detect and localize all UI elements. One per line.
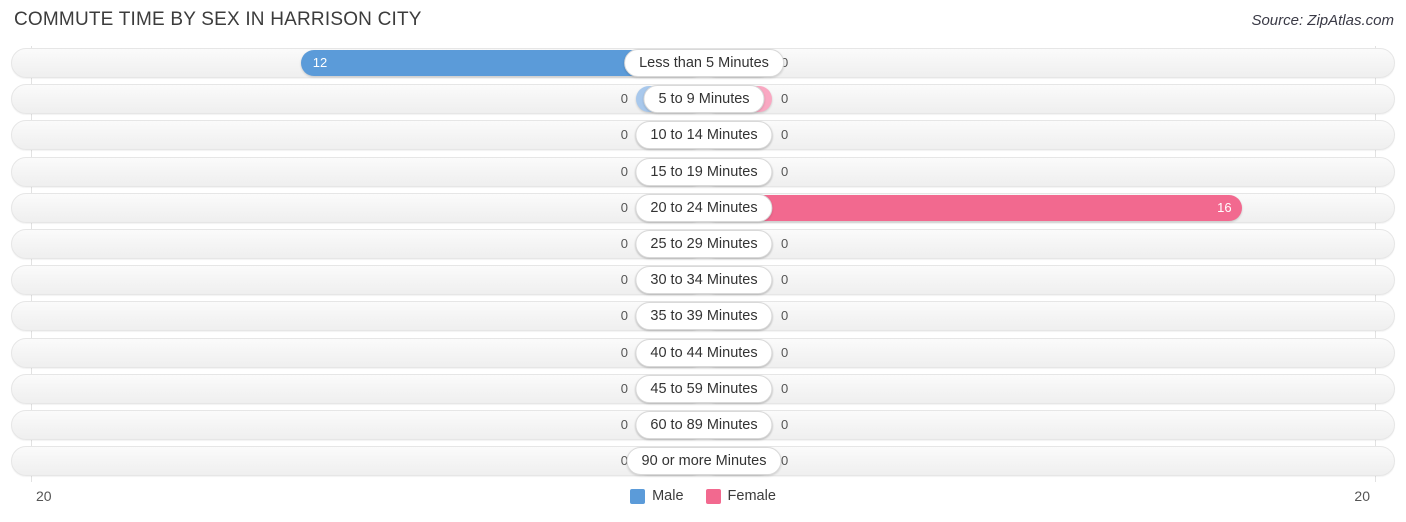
category-label: 10 to 14 Minutes: [635, 121, 773, 150]
table-row[interactable]: 0 0 15 to 19 Minutes: [11, 156, 1396, 187]
table-row[interactable]: 0 0 30 to 34 Minutes: [11, 265, 1396, 296]
legend-swatch-icon: [630, 488, 646, 504]
bar-value-male: 0: [620, 380, 628, 396]
bar-pair: 0 0 40 to 44 Minutes: [12, 338, 1396, 367]
bar-female[interactable]: [704, 194, 1242, 221]
category-label: 25 to 29 Minutes: [635, 230, 773, 258]
table-row[interactable]: 0 0 10 to 14 Minutes: [11, 120, 1396, 151]
table-row[interactable]: 0 0 25 to 29 Minutes: [11, 229, 1395, 259]
table-row[interactable]: 0 16 20 to 24 Minutes: [11, 192, 1396, 223]
bar-pair: 0 16 20 to 24 Minutes: [12, 193, 1396, 222]
category-label: 90 or more Minutes: [626, 447, 782, 476]
bar-pair: 0 0 10 to 14 Minutes: [12, 121, 1396, 150]
chart-plot-area: 12 0 Less than 5 Minutes 0 0 5 to 9 Minutes 0 0…: [0, 46, 1406, 482]
source-attribution: Source: ZipAtlas.com: [1251, 12, 1394, 29]
bar-value-male: 12: [312, 55, 328, 70]
category-label: 45 to 59 Minutes: [635, 374, 773, 403]
bar-pair: 0 0 30 to 34 Minutes: [12, 266, 1396, 295]
category-label: 30 to 34 Minutes: [635, 266, 773, 295]
chart-header: COMMUTE TIME BY SEX IN HARRISON CITY Sou…: [0, 0, 1406, 42]
bar-value-female: 0: [781, 344, 789, 360]
bar-pair: 0 0 90 or more Minutes: [12, 447, 1396, 476]
table-row[interactable]: 0 0 5 to 9 Minutes: [11, 84, 1396, 115]
chart-footer: 20 20 Male Female: [0, 482, 1406, 522]
bar-value-male: 0: [620, 236, 628, 251]
bar-value-male: 0: [620, 199, 628, 215]
table-row[interactable]: 0 0 90 or more Minutes: [11, 446, 1396, 477]
bar-pair: 0 0 5 to 9 Minutes: [12, 85, 1396, 114]
legend-swatch-icon: [705, 488, 721, 504]
table-row[interactable]: 0 0 40 to 44 Minutes: [11, 337, 1396, 368]
bar-pair: 0 0 45 to 59 Minutes: [12, 374, 1396, 403]
page-title: COMMUTE TIME BY SEX IN HARRISON CITY: [14, 9, 422, 30]
bar-value-male: 0: [620, 163, 628, 179]
bar-pair: 0 0 35 to 39 Minutes: [12, 302, 1396, 331]
table-row[interactable]: 12 0 Less than 5 Minutes: [11, 48, 1395, 78]
bar-value-female: 0: [781, 163, 789, 179]
category-label: 5 to 9 Minutes: [643, 85, 765, 114]
bar-value-male: 0: [620, 272, 628, 288]
bar-value-female: 0: [781, 236, 789, 251]
table-row[interactable]: 0 0 60 to 89 Minutes: [11, 410, 1395, 440]
legend-label: Female: [727, 488, 776, 504]
category-label: Less than 5 Minutes: [624, 49, 784, 77]
table-row[interactable]: 0 0 35 to 39 Minutes: [11, 301, 1396, 332]
table-row[interactable]: 0 0 45 to 59 Minutes: [11, 373, 1396, 404]
bar-pair: 0 0 15 to 19 Minutes: [12, 157, 1396, 186]
bar-value-female: 0: [781, 272, 789, 288]
bar-value-male: 0: [620, 344, 628, 360]
bar-value-female: 0: [781, 417, 789, 432]
category-label: 20 to 24 Minutes: [635, 193, 773, 222]
bar-value-female: 0: [781, 127, 789, 143]
category-label: 15 to 19 Minutes: [635, 157, 773, 186]
bar-pair: 12 0 Less than 5 Minutes: [12, 49, 1396, 77]
legend-item-female[interactable]: Female: [705, 488, 776, 504]
bar-value-male: 0: [620, 127, 628, 143]
bar-value-male: 0: [620, 417, 628, 432]
bar-value-male: 0: [620, 91, 628, 107]
legend-label: Male: [652, 488, 684, 504]
bar-value-female: 0: [781, 308, 789, 324]
bar-value-female: 0: [781, 453, 789, 469]
category-label: 40 to 44 Minutes: [635, 338, 773, 367]
category-label: 60 to 89 Minutes: [635, 411, 773, 439]
legend-item-male[interactable]: Male: [630, 488, 684, 504]
bar-value-female: 0: [781, 91, 789, 107]
bar-rows: 12 0 Less than 5 Minutes 0 0 5 to 9 Minutes 0 0…: [0, 46, 1406, 482]
chart-legend: Male Female: [0, 488, 1406, 504]
bar-pair: 0 0 60 to 89 Minutes: [12, 411, 1396, 439]
category-label: 35 to 39 Minutes: [635, 302, 773, 331]
bar-value-male: 0: [620, 308, 628, 324]
bar-pair: 0 0 25 to 29 Minutes: [12, 230, 1396, 258]
bar-value-female: 0: [781, 380, 789, 396]
bar-value-female: 16: [1217, 199, 1232, 215]
